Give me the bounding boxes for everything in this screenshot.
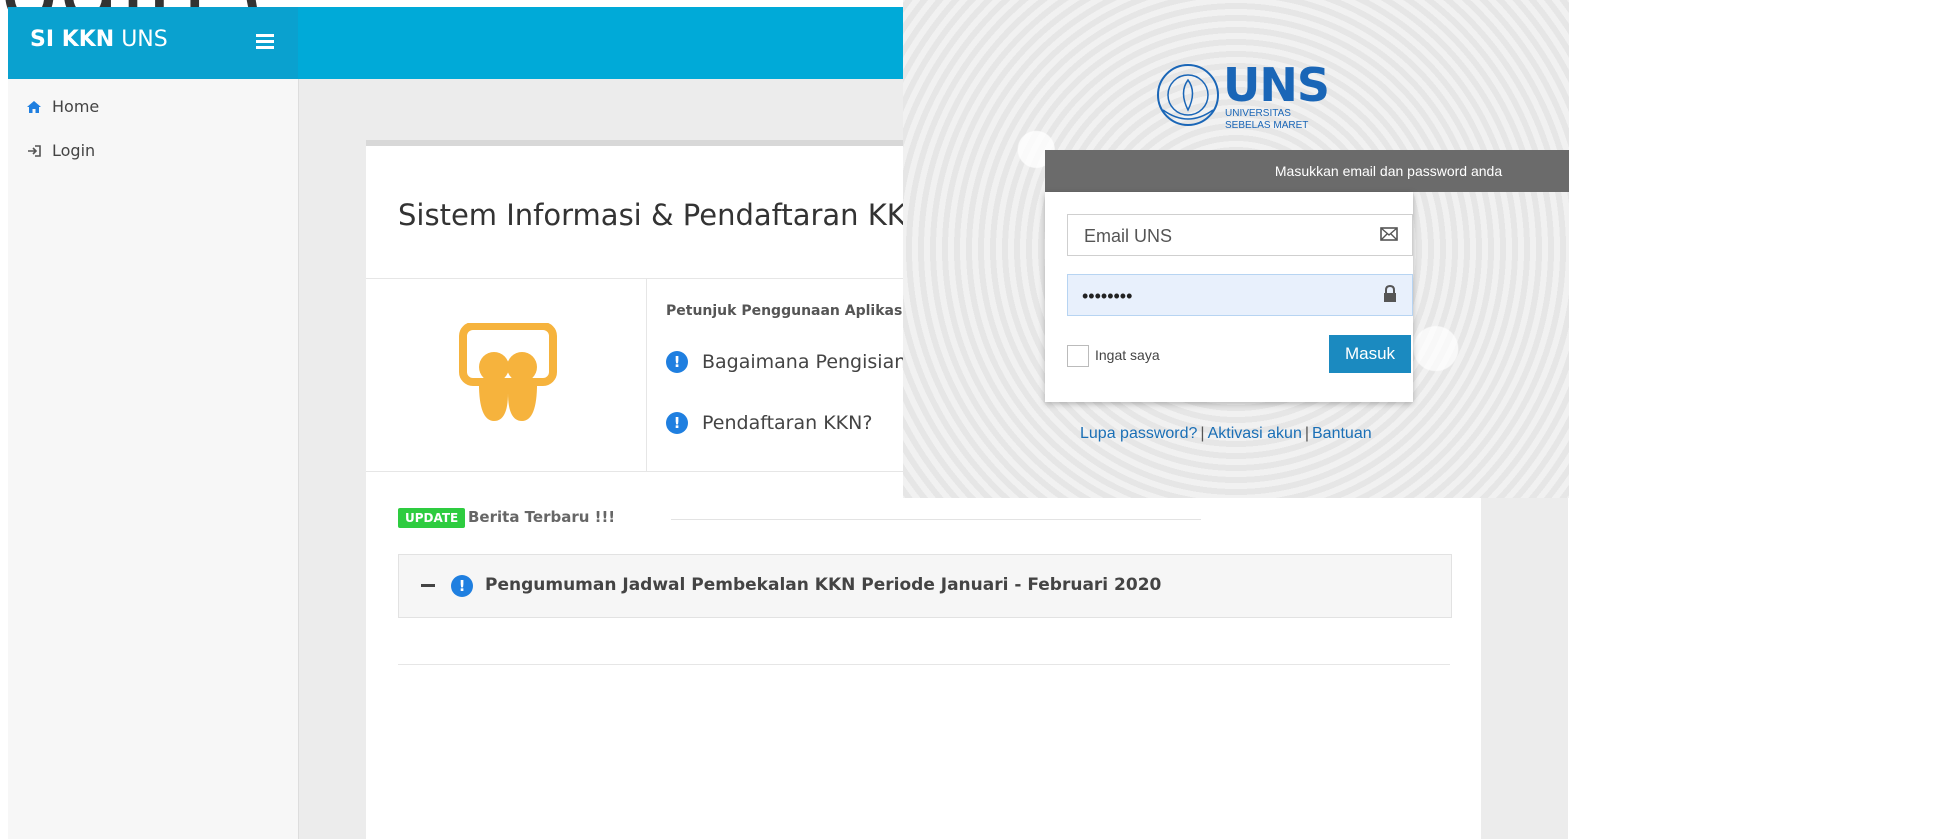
news-accordion-item[interactable]: ! Pengumuman Jadwal Pembekalan KKN Perio… bbox=[398, 554, 1452, 618]
divider bbox=[398, 664, 1450, 665]
login-icon bbox=[28, 144, 41, 157]
login-header: Masukkan email dan password anda bbox=[1045, 150, 1569, 192]
faq-item-label: Pendaftaran KKN? bbox=[702, 412, 873, 434]
link-separator: | bbox=[1200, 425, 1205, 442]
brand-area: SI KKN UNS bbox=[8, 7, 298, 79]
login-form: Ingat saya Masuk bbox=[1045, 192, 1413, 402]
remember-checkbox[interactable] bbox=[1067, 345, 1089, 367]
home-icon bbox=[27, 100, 41, 113]
login-help-links: Lupa password? | Aktivasi akun | Bantuan bbox=[1080, 425, 1372, 443]
activate-account-link[interactable]: Aktivasi akun bbox=[1208, 425, 1302, 442]
news-item-title: Pengumuman Jadwal Pembekalan KKN Periode… bbox=[485, 575, 1162, 595]
uns-seal-icon bbox=[1157, 64, 1219, 126]
lock-icon bbox=[1384, 285, 1396, 302]
brand-bold: SI KKN bbox=[30, 27, 115, 52]
link-separator: | bbox=[1304, 425, 1309, 442]
uns-logo-text: UNS bbox=[1223, 58, 1330, 112]
exclamation-icon: ! bbox=[666, 351, 688, 373]
sidebar-item-login[interactable]: Login bbox=[26, 141, 95, 160]
info-illustration bbox=[366, 279, 647, 471]
collapse-minus-icon[interactable] bbox=[421, 584, 435, 587]
info-title: Petunjuk Penggunaan Aplikasi bbox=[666, 303, 908, 319]
page-title: Sistem Informasi & Pendaftaran KKN bbox=[398, 198, 928, 232]
forgot-password-link[interactable]: Lupa password? bbox=[1080, 425, 1197, 442]
password-input[interactable] bbox=[1068, 275, 1384, 317]
mail-icon bbox=[1380, 227, 1398, 241]
divider bbox=[671, 519, 1201, 520]
email-input[interactable] bbox=[1068, 215, 1386, 257]
faq-item-pendaftaran[interactable]: ! Pendaftaran KKN? bbox=[666, 412, 872, 434]
faq-item-pengisian[interactable]: ! Bagaimana Pengisian L bbox=[666, 351, 923, 373]
exclamation-icon: ! bbox=[666, 412, 688, 434]
sidebar-item-label: Login bbox=[52, 141, 96, 160]
email-field[interactable] bbox=[1067, 214, 1413, 257]
exclamation-icon: ! bbox=[451, 575, 473, 597]
sidebar: Home Login bbox=[8, 79, 299, 839]
remember-label: Ingat saya bbox=[1095, 347, 1160, 363]
slideshare-icon bbox=[459, 323, 557, 421]
update-badge: UPDATE bbox=[398, 508, 466, 528]
brand-logo-text[interactable]: SI KKN UNS bbox=[30, 27, 168, 52]
password-field[interactable] bbox=[1067, 274, 1413, 317]
help-link[interactable]: Bantuan bbox=[1312, 425, 1372, 442]
sidebar-item-label: Home bbox=[52, 97, 100, 116]
login-panel: UNS UNIVERSITAS SEBELAS MARET Masukkan e… bbox=[903, 0, 1569, 498]
uns-logo-subtitle: SEBELAS MARET bbox=[1225, 120, 1309, 131]
news-heading: Berita Terbaru !!! bbox=[468, 508, 616, 526]
uns-logo-subtitle: UNIVERSITAS bbox=[1225, 108, 1291, 119]
faq-item-label: Bagaimana Pengisian L bbox=[702, 351, 923, 373]
login-submit-button[interactable]: Masuk bbox=[1329, 335, 1411, 373]
sidebar-item-home[interactable]: Home bbox=[26, 97, 99, 116]
brand-rest: UNS bbox=[121, 27, 168, 52]
hamburger-menu-icon[interactable] bbox=[256, 31, 280, 53]
